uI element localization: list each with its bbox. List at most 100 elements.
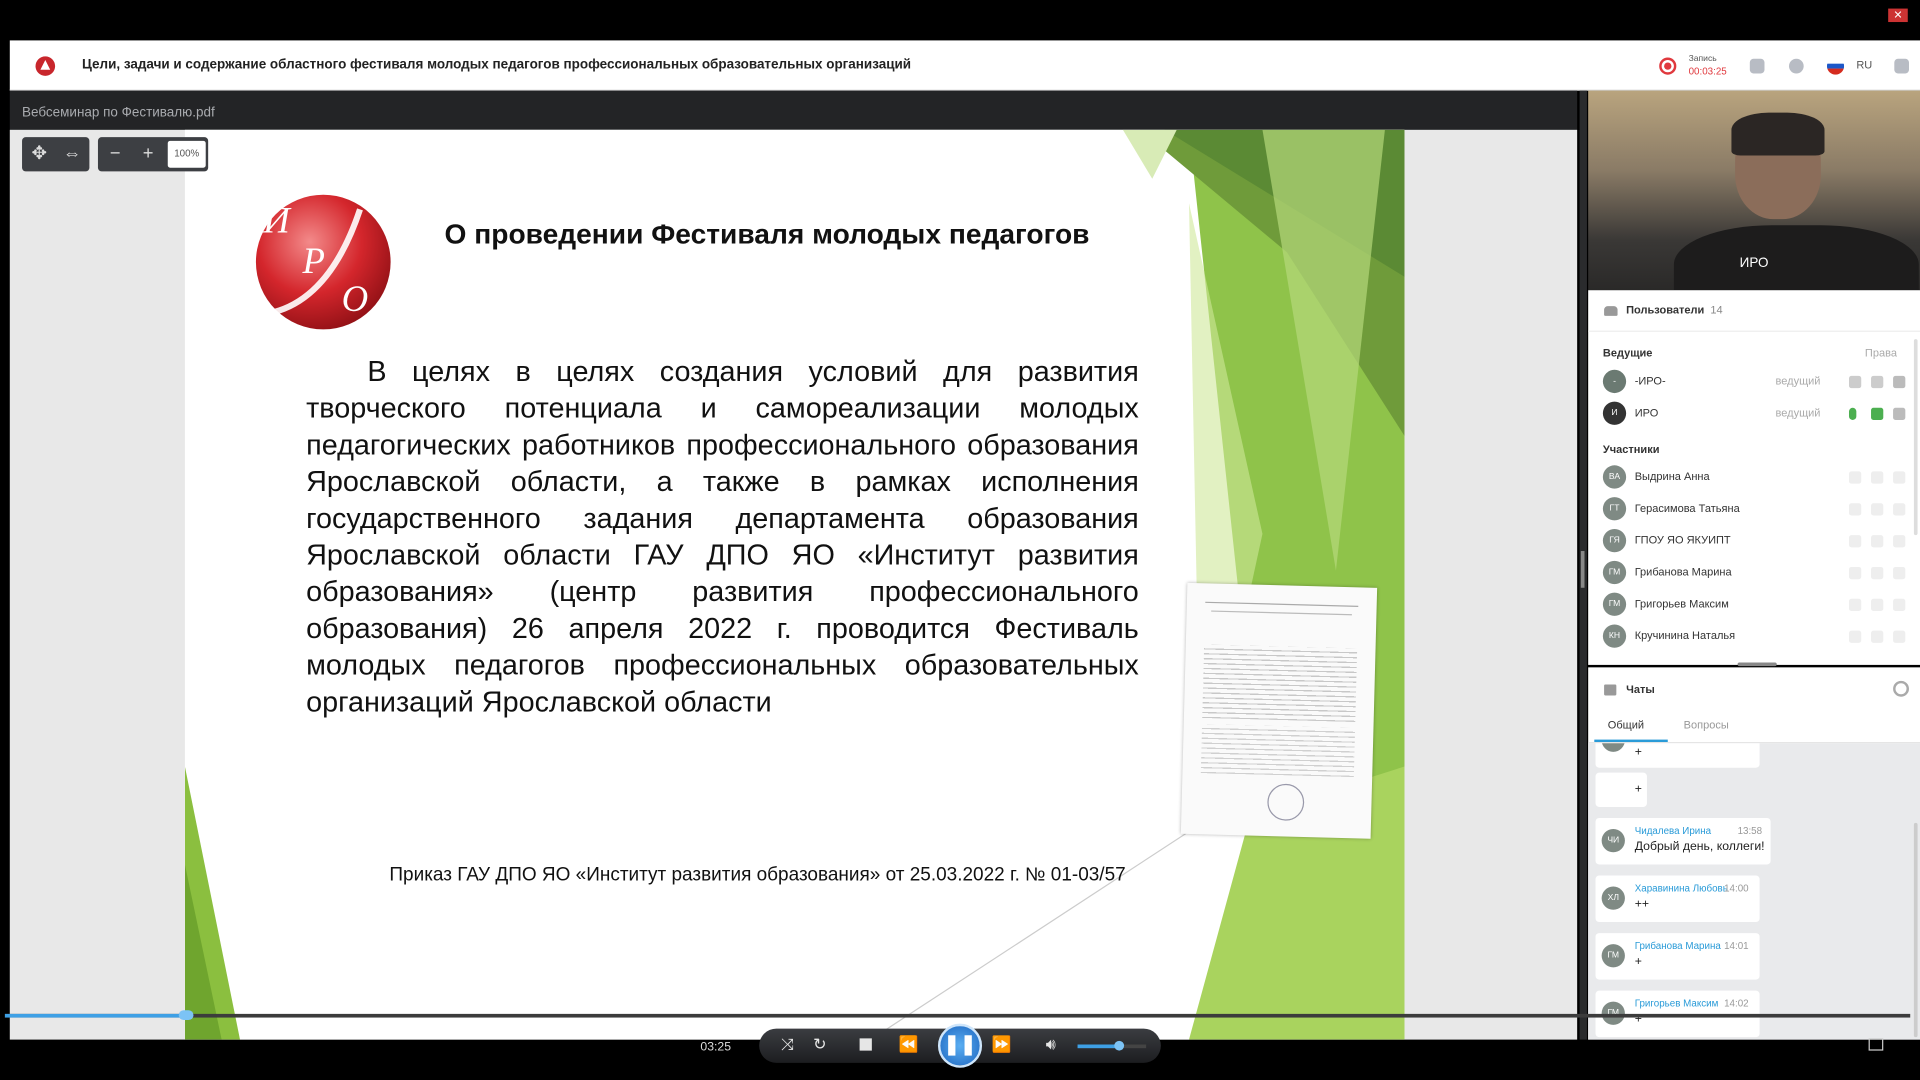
current-time: 03:25 — [700, 1040, 732, 1055]
participant-row[interactable]: ГМ Грибанова Марина — [1602, 557, 1906, 589]
user-name: Кручинина Наталья — [1634, 629, 1736, 642]
avatar: КН — [1602, 624, 1627, 648]
mic-off-icon[interactable] — [1848, 503, 1862, 516]
record-icon[interactable] — [1659, 57, 1677, 75]
screen-share-icon[interactable] — [1893, 375, 1906, 389]
volume-handle[interactable] — [1113, 1040, 1124, 1051]
camera-off-icon[interactable] — [1871, 598, 1884, 612]
screen-share-icon[interactable] — [1893, 471, 1906, 484]
message-time: 13:58 — [1737, 825, 1763, 837]
presenter-row[interactable]: - -ИРО- ведущий — [1602, 366, 1906, 398]
fast-forward-icon[interactable]: ⏩ — [992, 1035, 1012, 1055]
speaker-hair — [1731, 112, 1825, 156]
screen-share-icon[interactable] — [1893, 503, 1906, 516]
screen-share-icon[interactable] — [1893, 598, 1906, 612]
svg-text:Р: Р — [301, 240, 324, 281]
mic-on-icon[interactable] — [1848, 407, 1857, 421]
folder-icon[interactable] — [1749, 58, 1765, 74]
screen-share-icon[interactable] — [1893, 630, 1906, 643]
chat-message: ГМ Грибанова Марина 14:01 + — [1595, 933, 1760, 980]
move-icon[interactable]: ✥ — [22, 137, 56, 171]
participant-row[interactable]: ВА Выдрина Анна — [1602, 462, 1906, 494]
camera-off-icon[interactable] — [1871, 630, 1884, 643]
message-author: Григорьев Максим — [1634, 997, 1719, 1009]
users-count: 14 — [1710, 303, 1723, 316]
avatar: ГМ — [1602, 592, 1627, 616]
flag-ru-icon[interactable] — [1826, 57, 1845, 75]
mic-off-icon[interactable] — [1848, 598, 1862, 612]
user-role: ведущий — [1775, 406, 1821, 419]
slide: И Р О О проведении Фестиваля молодых пед… — [184, 129, 1405, 1040]
mic-off-icon[interactable] — [1848, 566, 1862, 580]
mic-off-icon[interactable] — [1848, 375, 1862, 389]
message-time: 14:00 — [1724, 882, 1749, 894]
fullscreen-icon[interactable] — [1868, 1038, 1884, 1051]
avatar — [1601, 743, 1625, 752]
mic-off-icon[interactable] — [1848, 471, 1862, 484]
user-name: ИРО — [1634, 406, 1659, 419]
shuffle-icon[interactable]: ⤨ — [781, 1035, 794, 1055]
camera-on-icon[interactable] — [1871, 407, 1884, 421]
participant-row[interactable]: ГТ Герасимова Татьяна — [1602, 493, 1906, 525]
participant-row[interactable]: ГМ Григорьев Максим — [1602, 589, 1906, 621]
mic-off-icon[interactable] — [1848, 630, 1862, 643]
zoom-level[interactable]: 100% — [167, 140, 206, 168]
chat-message: + — [1595, 743, 1760, 768]
slide-heading: О проведении Фестиваля молодых педагогов — [444, 217, 1090, 250]
message-text: + — [1634, 745, 1642, 760]
mic-off-icon[interactable] — [1848, 535, 1862, 548]
video-feed[interactable]: ИРО — [1588, 90, 1920, 291]
participant-row[interactable]: КН Кручинина Наталья — [1602, 621, 1906, 653]
camera-off-icon[interactable] — [1871, 375, 1884, 389]
screen-share-icon[interactable] — [1893, 566, 1906, 580]
pan-tools: ✥ ⇔ — [22, 137, 90, 172]
camera-off-icon[interactable] — [1871, 535, 1884, 548]
presenter-row[interactable]: И ИРО ведущий — [1602, 398, 1906, 430]
participants-label: Участники — [1602, 443, 1660, 456]
camera-off-icon[interactable] — [1871, 471, 1884, 484]
fit-width-icon[interactable]: ⇔ — [55, 137, 89, 171]
user-name: Грибанова Марина — [1634, 565, 1732, 578]
chat-settings-icon[interactable] — [1893, 680, 1909, 697]
splitter-handle[interactable] — [1580, 551, 1585, 588]
users-icon — [1604, 306, 1618, 316]
users-scrollbar[interactable] — [1913, 339, 1918, 536]
camera-off-icon[interactable] — [1871, 503, 1884, 516]
zoom-tools: − + 100% — [97, 137, 209, 172]
pause-button[interactable]: ❚❚ — [937, 1023, 983, 1068]
avatar: ГМ — [1602, 560, 1627, 585]
exit-icon[interactable] — [1894, 58, 1909, 74]
app-logo-icon — [35, 56, 56, 76]
chat-title: Чаты — [1626, 683, 1655, 696]
tab-general[interactable]: Общий — [1608, 719, 1644, 731]
screen-share-icon[interactable] — [1893, 535, 1906, 548]
rewind-icon[interactable]: ⏪ — [899, 1035, 919, 1055]
tab-questions[interactable]: Вопросы — [1684, 719, 1729, 731]
chat-messages: + + ЧИ Чидалева Ирина 13:58 Добрый день,… — [1588, 743, 1920, 1040]
rights-label: Права — [1864, 346, 1897, 359]
volume-icon[interactable]: 🔊︎ — [1046, 1035, 1056, 1055]
chat-message: ЧИ Чидалева Ирина 13:58 Добрый день, кол… — [1595, 817, 1771, 865]
video-name: ИРО — [1739, 255, 1769, 271]
window-close-icon[interactable]: ✕ — [1888, 8, 1908, 23]
repeat-icon[interactable]: ↻ — [813, 1035, 826, 1055]
stop-icon[interactable] — [859, 1038, 872, 1051]
info-icon[interactable] — [1788, 58, 1804, 74]
seek-bar[interactable] — [4, 1013, 1911, 1018]
user-name: Герасимова Татьяна — [1634, 502, 1740, 515]
screen-share-icon[interactable] — [1893, 407, 1906, 421]
message-text: + — [1634, 782, 1642, 796]
resize-handle[interactable] — [1737, 662, 1777, 667]
chat-scrollbar[interactable] — [1913, 822, 1918, 1038]
language-label[interactable]: RU — [1856, 59, 1872, 71]
seek-handle[interactable] — [178, 1010, 194, 1021]
camera-off-icon[interactable] — [1871, 566, 1884, 580]
meeting-title: Цели, задачи и содержание областного фес… — [82, 57, 912, 73]
zoom-in-button[interactable]: + — [131, 137, 165, 171]
user-name: ГПОУ ЯО ЯКУИПТ — [1634, 533, 1731, 547]
zoom-out-button[interactable]: − — [98, 137, 132, 171]
participant-row[interactable]: ГЯ ГПОУ ЯО ЯКУИПТ — [1602, 525, 1906, 557]
avatar: ГМ — [1601, 944, 1625, 968]
chat-panel: Чаты Общий Вопросы + + ЧИ Чидалева Ирина… — [1588, 667, 1920, 1040]
presentation-filename: Вебсеминар по Фестивалю.pdf — [22, 105, 215, 121]
